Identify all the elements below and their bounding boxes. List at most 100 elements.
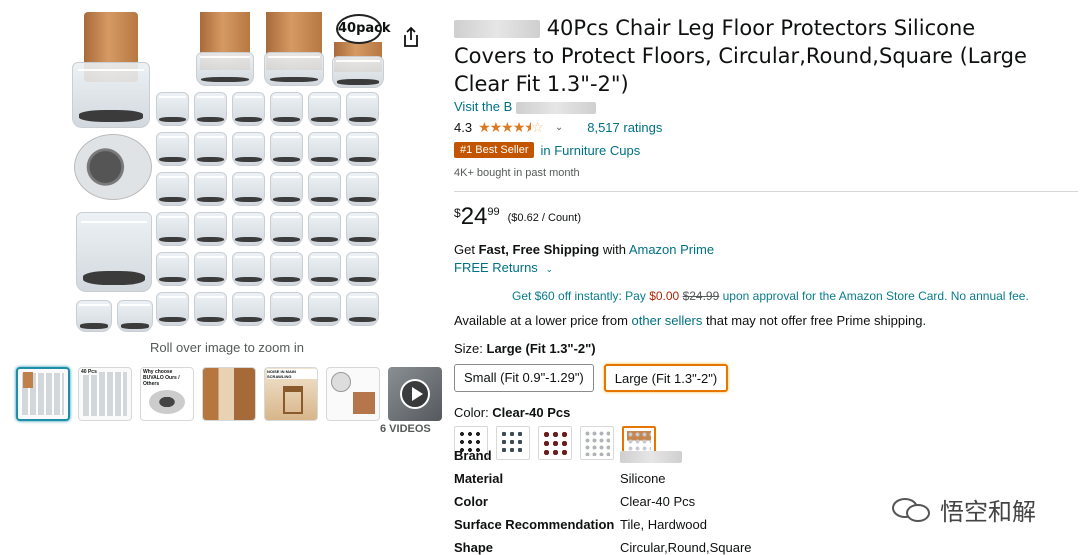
cup-image — [232, 212, 265, 246]
color-label: Color: Clear-40 Pcs — [454, 405, 1080, 420]
unit-price: ($0.62 / Count) — [507, 212, 582, 224]
lower-price-notice: Available at a lower price from other se… — [454, 313, 1080, 328]
specs-table: Brand Material Silicone Color Clear-40 P… — [454, 444, 752, 555]
spec-value: Circular,Round,Square — [620, 540, 752, 555]
promo-pay[interactable]: $0.00 — [649, 289, 679, 303]
price-symbol: $ — [454, 206, 461, 220]
play-icon[interactable] — [400, 379, 430, 409]
price-fraction: 99 — [487, 206, 500, 218]
cup-bottom-row — [76, 300, 376, 332]
cup-image — [270, 132, 303, 166]
spec-value: Clear-40 Pcs — [620, 494, 696, 509]
divider — [454, 191, 1078, 192]
thumbnail-6[interactable] — [326, 367, 380, 421]
size-option-small[interactable]: Small (Fit 0.9"-1.29") — [454, 364, 594, 392]
bestseller-badge[interactable]: #1 Best Seller — [454, 142, 535, 158]
cup-image — [232, 252, 265, 286]
product-title: 40Pcs Chair Leg Floor Protectors Silicon… — [454, 14, 1054, 98]
chevron-down-icon[interactable]: ⌄ — [555, 122, 563, 133]
cup-image — [308, 212, 341, 246]
watermark: 悟空和解 — [892, 492, 1036, 527]
thumbnail-4[interactable] — [202, 367, 256, 421]
cup-image — [346, 252, 379, 286]
promo-strike-price[interactable]: $24.99 — [683, 289, 720, 303]
spec-row: Surface Recommendation Tile, Hardwood — [454, 513, 752, 536]
shipping-prefix: Get — [454, 242, 479, 257]
cup-image — [346, 212, 379, 246]
store-card-promo[interactable]: Get $60 off instantly: Pay $0.00 $24.99 … — [454, 289, 1080, 303]
chevron-down-icon[interactable]: ⌄ — [545, 264, 553, 274]
cup-image — [156, 212, 189, 246]
price-whole: 24 — [460, 203, 488, 230]
size-selected: Large (Fit 1.3"-2") — [486, 341, 596, 356]
cup-image — [308, 172, 341, 206]
free-returns-label[interactable]: FREE Returns — [454, 260, 538, 275]
bought-count: 4K+ bought in past month — [454, 167, 580, 179]
size-options: Small (Fit 0.9"-1.29") Large (Fit 1.3"-2… — [454, 364, 1080, 392]
thumbnail-3[interactable]: Why choose BUVALO Ours / Others — [140, 367, 194, 421]
thumbnail-5[interactable]: NOISE IN MAIN SCRAWLING — [264, 367, 318, 421]
videos-count[interactable]: 6 VIDEOS — [380, 423, 431, 435]
shipping-info: Get Fast, Free Shipping with Amazon Prim… — [454, 242, 1080, 257]
spec-row: Color Clear-40 Pcs — [454, 490, 752, 513]
video-thumbnail[interactable] — [388, 367, 442, 421]
spec-value: Silicone — [620, 471, 666, 486]
product-details: 40Pcs Chair Leg Floor Protectors Silicon… — [454, 14, 1080, 460]
cup-image — [72, 62, 150, 128]
cup-image — [346, 92, 379, 126]
lower-text-a: Available at a lower price from — [454, 313, 632, 328]
ratings-count-link[interactable]: 8,517 ratings — [587, 120, 662, 135]
spec-key: Color — [454, 494, 488, 509]
thumbnail-1[interactable] — [16, 367, 70, 421]
color-prefix: Color: — [454, 405, 493, 420]
cup-image — [117, 300, 153, 332]
promo-text-b[interactable]: upon approval for the Amazon Store Card.… — [719, 289, 1029, 303]
bestseller-row: #1 Best Seller in Furniture Cups — [454, 139, 1080, 161]
free-returns-link[interactable]: FREE Returns ⌄ — [454, 260, 1080, 275]
cup-image — [346, 172, 379, 206]
cup-image — [264, 52, 324, 86]
spec-row: Shape Circular,Round,Square — [454, 536, 752, 555]
cup-image — [194, 132, 227, 166]
spec-key: Surface Recommendation — [454, 517, 615, 532]
spec-row: Brand — [454, 444, 752, 467]
cup-image — [346, 132, 379, 166]
main-product-image[interactable]: 40pack — [66, 12, 391, 334]
cup-image — [232, 132, 265, 166]
cup-image — [332, 56, 384, 88]
cup-image — [156, 92, 189, 126]
size-prefix: Size: — [454, 341, 487, 356]
store-link-text[interactable]: Visit the B — [454, 99, 512, 114]
cup-image — [308, 252, 341, 286]
share-icon[interactable] — [402, 26, 420, 48]
cup-image — [308, 92, 341, 126]
shipping-with: with — [599, 242, 629, 257]
thumbnail-2[interactable]: 40 Pcs — [78, 367, 132, 421]
thumbnail-strip: 40 Pcs Why choose BUVALO Ours / Others N… — [16, 367, 442, 421]
cup-image — [270, 92, 303, 126]
cup-image — [194, 252, 227, 286]
prime-link[interactable]: Amazon Prime — [629, 242, 714, 257]
bestseller-category-link[interactable]: in Furniture Cups — [540, 143, 640, 158]
size-option-large[interactable]: Large (Fit 1.3"-2") — [603, 364, 729, 392]
cup-image — [194, 92, 227, 126]
chat-bubble-icon — [892, 496, 932, 524]
redacted-brand-value — [620, 450, 682, 463]
cup-image — [270, 212, 303, 246]
large-cup-image — [76, 212, 152, 292]
redacted-store — [515, 101, 596, 114]
cup-image — [156, 172, 189, 206]
thumbnail-caption: Why choose BUVALO Ours / Others — [143, 369, 180, 387]
lower-text-b: that may not offer free Prime shipping. — [702, 313, 927, 328]
spec-value — [620, 448, 682, 463]
star-rating-icon[interactable]: ★★★★★☆ — [478, 119, 544, 136]
spec-row: Material Silicone — [454, 467, 752, 490]
rating-value: 4.3 — [454, 119, 473, 135]
cup-image — [270, 172, 303, 206]
promo-text-a[interactable]: Get $60 off instantly: Pay — [512, 289, 649, 303]
store-link[interactable]: Visit the B — [454, 99, 1080, 117]
cup-image — [194, 172, 227, 206]
other-sellers-link[interactable]: other sellers — [632, 313, 703, 328]
rating-row: 4.3 ★★★★★☆ ⌄ 8,517 ratings — [454, 117, 1080, 137]
watermark-text: 悟空和解 — [940, 498, 1036, 526]
